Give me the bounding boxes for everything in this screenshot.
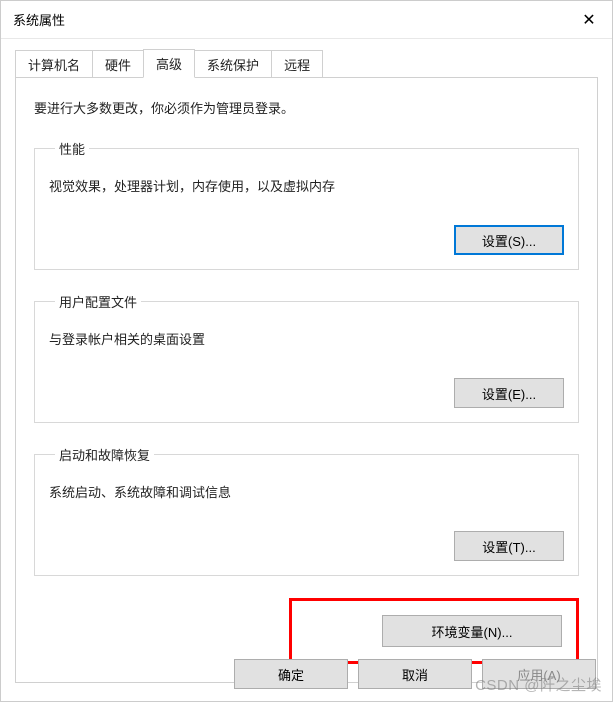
tab-hardware[interactable]: 硬件 [92,50,144,77]
tab-system-protection[interactable]: 系统保护 [194,50,272,77]
user-profile-settings-button[interactable]: 设置(E)... [454,378,564,408]
close-button[interactable]: ✕ [566,1,612,39]
env-variables-row: 环境变量(N)... [34,598,579,664]
environment-variables-button[interactable]: 环境变量(N)... [382,615,562,647]
group-user-profile-desc: 与登录帐户相关的桌面设置 [49,329,564,348]
dialog-content: 计算机名 硬件 高级 系统保护 远程 要进行大多数更改，你必须作为管理员登录。 … [1,39,612,683]
group-startup-recovery: 启动和故障恢复 系统启动、系统故障和调试信息 设置(T)... [34,445,579,576]
group-user-profile: 用户配置文件 与登录帐户相关的桌面设置 设置(E)... [34,292,579,423]
apply-button[interactable]: 应用(A) [482,659,596,689]
tab-strip: 计算机名 硬件 高级 系统保护 远程 [15,51,598,77]
dialog-button-row: 确定 取消 应用(A) [234,659,596,689]
tab-computer-name[interactable]: 计算机名 [15,50,93,77]
tab-remote[interactable]: 远程 [271,50,323,77]
group-startup-recovery-desc: 系统启动、系统故障和调试信息 [49,482,564,501]
startup-recovery-settings-button[interactable]: 设置(T)... [454,531,564,561]
performance-settings-button[interactable]: 设置(S)... [454,225,564,255]
group-performance: 性能 视觉效果，处理器计划，内存使用，以及虚拟内存 设置(S)... [34,139,579,270]
window-title: 系统属性 [13,10,65,29]
close-icon: ✕ [582,10,595,30]
tab-advanced[interactable]: 高级 [143,49,195,78]
admin-notice: 要进行大多数更改，你必须作为管理员登录。 [34,98,579,117]
group-performance-desc: 视觉效果，处理器计划，内存使用，以及虚拟内存 [49,176,564,195]
cancel-button[interactable]: 取消 [358,659,472,689]
tab-panel-advanced: 要进行大多数更改，你必须作为管理员登录。 性能 视觉效果，处理器计划，内存使用，… [15,77,598,683]
group-startup-recovery-legend: 启动和故障恢复 [55,445,154,464]
env-variables-highlight: 环境变量(N)... [289,598,579,664]
group-user-profile-legend: 用户配置文件 [55,292,141,311]
titlebar: 系统属性 ✕ [1,1,612,39]
group-performance-legend: 性能 [55,139,89,158]
ok-button[interactable]: 确定 [234,659,348,689]
